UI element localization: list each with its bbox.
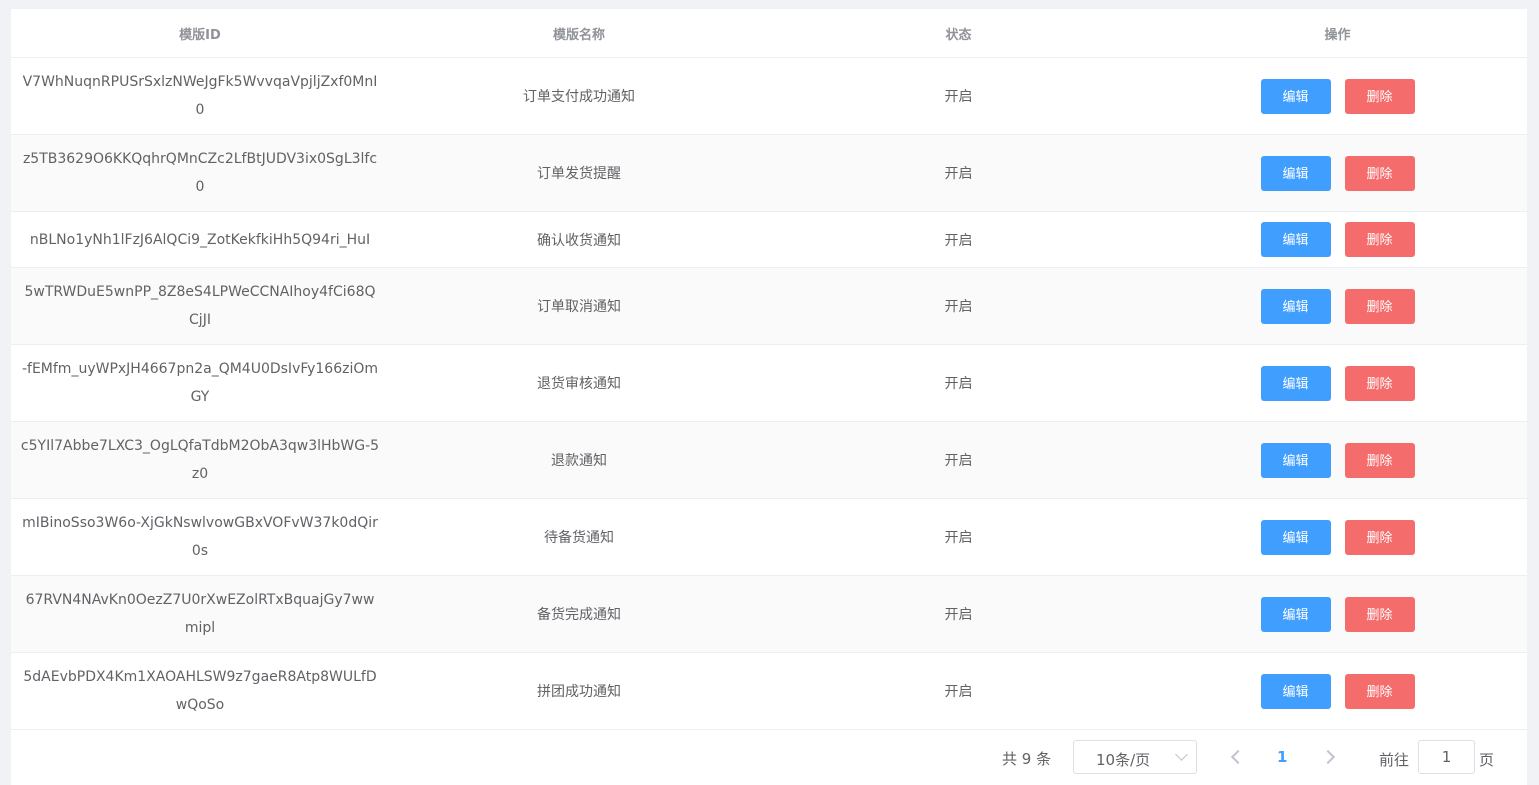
template-name: 待备货通知 — [389, 498, 769, 576]
template-table: 模版ID 模版名称 状态 操作 V7WhNuqnRPUSrSxlzNWeJgFk… — [11, 9, 1527, 730]
delete-button[interactable]: 删除 — [1344, 596, 1415, 632]
template-id: nBLNo1yNh1lFzJ6AlQCi9_ZotKekfkiHh5Q94ri_… — [29, 231, 371, 248]
column-header-template-name[interactable]: 模版名称 — [389, 9, 769, 58]
table-row: mIBinoSso3W6o-XjGkNswlvowGBxVOFvW37k0dQi… — [11, 498, 1527, 576]
next-page-icon[interactable] — [1320, 749, 1336, 765]
pagination-total: 共 9 条 — [1002, 750, 1052, 768]
edit-button[interactable]: 编辑 — [1260, 222, 1331, 257]
edit-button[interactable]: 编辑 — [1260, 673, 1331, 709]
table-row: nBLNo1yNh1lFzJ6AlQCi9_ZotKekfkiHh5Q94ri_… — [11, 211, 1527, 268]
table-row: V7WhNuqnRPUSrSxlzNWeJgFk5WvvqaVpjljZxf0M… — [11, 57, 1527, 135]
template-name: 退款通知 — [389, 421, 769, 499]
column-header-template-id[interactable]: 模版ID — [11, 9, 389, 58]
template-name: 备货完成通知 — [389, 575, 769, 653]
page-size-select[interactable]: 10条/页 — [1073, 740, 1197, 774]
table-row: -fEMfm_uyWPxJH4667pn2a_QM4U0DsIvFy166ziO… — [11, 344, 1527, 422]
template-id: z5TB3629O6KKQqhrQMnCZc2LfBtJUDV3ix0SgL3l… — [22, 151, 378, 195]
table-row: 5dAEvbPDX4Km1XAOAHLSW9z7gaeR8Atp8WULfDwQ… — [11, 652, 1527, 730]
edit-button[interactable]: 编辑 — [1260, 155, 1331, 191]
template-id: 5wTRWDuE5wnPP_8Z8eS4LPWeCCNAIhoy4fCi68QC… — [24, 284, 376, 328]
template-list-panel: 模版ID 模版名称 状态 操作 V7WhNuqnRPUSrSxlzNWeJgFk… — [11, 9, 1527, 785]
template-id: mIBinoSso3W6o-XjGkNswlvowGBxVOFvW37k0dQi… — [22, 515, 378, 559]
delete-button[interactable]: 删除 — [1344, 442, 1415, 478]
template-status: 开启 — [769, 267, 1148, 345]
goto-page-input[interactable] — [1418, 740, 1475, 774]
edit-button[interactable]: 编辑 — [1260, 519, 1331, 555]
template-status: 开启 — [769, 344, 1148, 422]
delete-button[interactable]: 删除 — [1344, 519, 1415, 555]
delete-button[interactable]: 删除 — [1344, 78, 1415, 114]
template-name: 订单发货提醒 — [389, 134, 769, 212]
table-row: c5YIl7Abbe7LXC3_OgLQfaTdbM2ObA3qw3lHbWG-… — [11, 421, 1527, 499]
template-id: -fEMfm_uyWPxJH4667pn2a_QM4U0DsIvFy166ziO… — [21, 361, 379, 405]
edit-button[interactable]: 编辑 — [1260, 596, 1331, 632]
page-number-current[interactable]: 1 — [1277, 748, 1287, 766]
template-name: 拼团成功通知 — [389, 652, 769, 730]
page-unit-label: 页 — [1479, 751, 1495, 769]
edit-button[interactable]: 编辑 — [1260, 365, 1331, 401]
template-status: 开启 — [769, 134, 1148, 212]
prev-page-icon[interactable] — [1230, 749, 1246, 765]
pagination: 共 9 条 10条/页 1 前往 页 — [11, 733, 1527, 785]
template-status: 开启 — [769, 652, 1148, 730]
template-name: 订单取消通知 — [389, 267, 769, 345]
template-status: 开启 — [769, 57, 1148, 135]
delete-button[interactable]: 删除 — [1344, 155, 1415, 191]
edit-button[interactable]: 编辑 — [1260, 442, 1331, 478]
delete-button[interactable]: 删除 — [1344, 365, 1415, 401]
template-id: 67RVN4NAvKn0OezZ7U0rXwEZolRTxBquajGy7wwm… — [25, 592, 375, 636]
template-status: 开启 — [769, 421, 1148, 499]
table-row: z5TB3629O6KKQqhrQMnCZc2LfBtJUDV3ix0SgL3l… — [11, 134, 1527, 212]
template-name: 订单支付成功通知 — [389, 57, 769, 135]
delete-button[interactable]: 删除 — [1344, 288, 1415, 324]
goto-label: 前往 — [1379, 751, 1410, 769]
chevron-down-icon — [1175, 748, 1188, 761]
table-row: 67RVN4NAvKn0OezZ7U0rXwEZolRTxBquajGy7wwm… — [11, 575, 1527, 653]
edit-button[interactable]: 编辑 — [1260, 78, 1331, 114]
column-header-actions: 操作 — [1148, 9, 1527, 58]
edit-button[interactable]: 编辑 — [1260, 288, 1331, 324]
template-id: V7WhNuqnRPUSrSxlzNWeJgFk5WvvqaVpjljZxf0M… — [22, 74, 378, 118]
template-status: 开启 — [769, 211, 1148, 268]
table-row: 5wTRWDuE5wnPP_8Z8eS4LPWeCCNAIhoy4fCi68QC… — [11, 267, 1527, 345]
template-name: 确认收货通知 — [389, 211, 769, 268]
template-status: 开启 — [769, 575, 1148, 653]
template-status: 开启 — [769, 498, 1148, 576]
table-header-row: 模版ID 模版名称 状态 操作 — [11, 9, 1527, 58]
delete-button[interactable]: 删除 — [1344, 673, 1415, 709]
delete-button[interactable]: 删除 — [1344, 222, 1415, 257]
column-header-status[interactable]: 状态 — [769, 9, 1148, 58]
template-id: 5dAEvbPDX4Km1XAOAHLSW9z7gaeR8Atp8WULfDwQ… — [23, 669, 377, 713]
template-id: c5YIl7Abbe7LXC3_OgLQfaTdbM2ObA3qw3lHbWG-… — [20, 438, 380, 482]
template-name: 退货审核通知 — [389, 344, 769, 422]
page-size-value: 10条/页 — [1096, 751, 1151, 769]
